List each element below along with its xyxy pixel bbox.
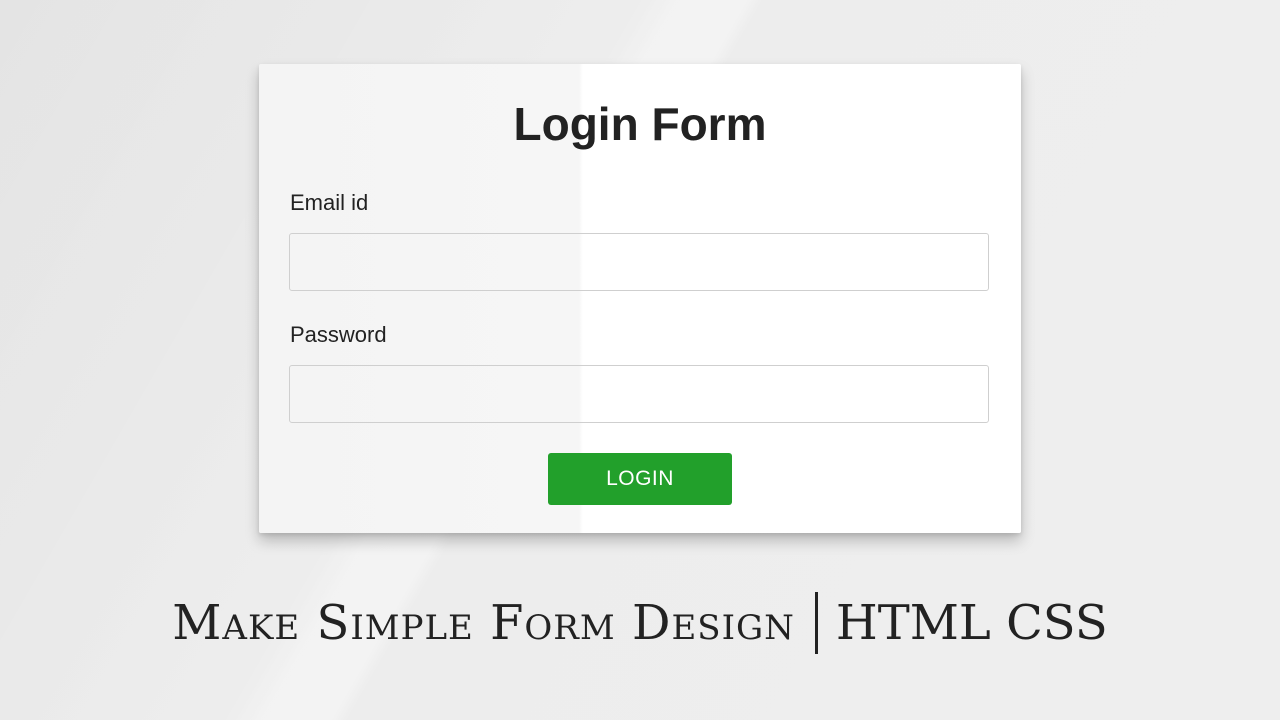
caption: Make Simple Form Design HTML CSS [0,588,1280,658]
caption-left-text: Make Simple Form Design [172,595,795,651]
password-field[interactable] [289,365,989,423]
login-button[interactable]: LOGIN [548,453,732,505]
caption-right-text: HTML CSS [835,595,1108,651]
email-label: Email id [290,190,369,215]
form-title: Login Form [513,98,767,150]
email-field[interactable] [289,233,989,291]
password-label: Password [290,322,387,347]
caption-separator [814,591,818,654]
